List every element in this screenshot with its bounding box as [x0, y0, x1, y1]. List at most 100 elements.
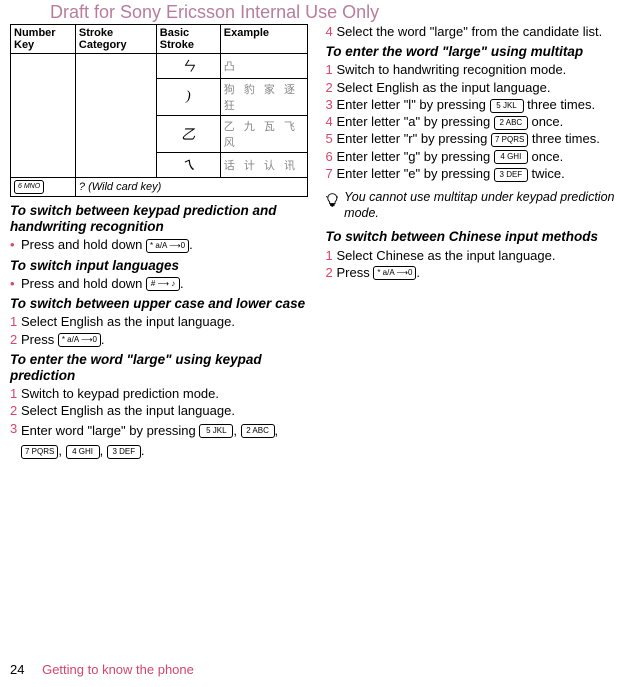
text-fragment: , [58, 443, 65, 458]
table-header-row: Number Key Stroke Category Basic Stroke … [11, 25, 308, 54]
step-text: Press and hold down # ⟶ ♪. [21, 276, 308, 292]
step-text: Press * a/A ⟶0. [337, 265, 624, 281]
step-line: 6 Enter letter "g" by pressing 4 GHI onc… [326, 149, 624, 165]
table-wildcard-row: 6 MNO ? (Wild card key) [11, 178, 308, 197]
page-footer: 24 Getting to know the phone [10, 662, 194, 677]
cell-stroke: 乙 [156, 116, 220, 153]
step-line: 3 Enter word "large" by pressing 5 JKL, … [10, 421, 308, 463]
step-number: 6 [326, 149, 337, 165]
heading-input-languages: To switch input languages [10, 258, 308, 274]
stroke-table: Number Key Stroke Category Basic Stroke … [10, 24, 308, 197]
step-text: Press and hold down * a/A ⟶0. [21, 237, 308, 253]
step-text: Switch to keypad prediction mode. [21, 386, 308, 402]
key-6-icon: 6 MNO [14, 180, 44, 194]
step-number: 7 [326, 166, 337, 182]
key-7-icon: 7 PQRS [491, 133, 528, 147]
text-fragment: , [100, 443, 107, 458]
step-number: 2 [10, 403, 21, 419]
key-4-icon: 4 GHI [494, 150, 528, 164]
text-fragment: Enter letter "e" by pressing [337, 166, 494, 181]
footer-section-title: Getting to know the phone [42, 662, 194, 677]
step-number: 2 [10, 332, 21, 348]
cell-stroke: ㄣ [156, 54, 220, 79]
th-stroke-category: Stroke Category [75, 25, 156, 54]
step-line: 4 Select the word "large" from the candi… [326, 24, 624, 40]
step-line: 1 Select English as the input language. [10, 314, 308, 330]
key-star-icon: * a/A ⟶0 [58, 333, 101, 347]
text-fragment: Enter letter "g" by pressing [337, 149, 494, 164]
key-4-icon: 4 GHI [66, 445, 100, 459]
step-line: 5 Enter letter "r" by pressing 7 PQRS th… [326, 131, 624, 147]
text-fragment: Press and hold down [21, 276, 146, 291]
text-fragment: Press and hold down [21, 237, 146, 252]
text-fragment: once. [528, 114, 563, 129]
step-number: 4 [326, 114, 337, 130]
step-text: Switch to handwriting recognition mode. [337, 62, 624, 78]
step-text: Select English as the input language. [21, 403, 308, 419]
step-number: 5 [326, 131, 337, 147]
heading-chinese-input: To switch between Chinese input methods [326, 229, 624, 245]
text-fragment: Enter word "large" by pressing [21, 423, 199, 438]
step-line: 2 Press * a/A ⟶0. [326, 265, 624, 281]
key-star-icon: * a/A ⟶0 [373, 266, 416, 280]
step-number: 2 [326, 80, 337, 96]
step-text: Enter letter "g" by pressing 4 GHI once. [337, 149, 624, 165]
step-line: • Press and hold down # ⟶ ♪. [10, 276, 308, 292]
step-text: Enter letter "l" by pressing 5 JKL three… [337, 97, 624, 113]
step-line: 2 Select English as the input language. [326, 80, 624, 96]
step-text: Select the word "large" from the candida… [337, 24, 624, 40]
step-text: Enter word "large" by pressing 5 JKL, 2 … [21, 421, 308, 463]
step-line: 1 Switch to keypad prediction mode. [10, 386, 308, 402]
cell-empty [11, 54, 76, 178]
step-text: Enter letter "e" by pressing 3 DEF twice… [337, 166, 624, 182]
step-line: 1 Switch to handwriting recognition mode… [326, 62, 624, 78]
key-star-icon: * a/A ⟶0 [146, 239, 189, 253]
key-7-icon: 7 PQRS [21, 445, 58, 459]
th-basic-stroke: Basic Stroke [156, 25, 220, 54]
cell-wildcard-key: 6 MNO [11, 178, 76, 197]
text-fragment: , [233, 423, 240, 438]
step-text: Enter letter "r" by pressing 7 PQRS thre… [337, 131, 624, 147]
right-column: 4 Select the word "large" from the candi… [326, 24, 624, 463]
step-number: 1 [10, 314, 21, 330]
text-fragment: Enter letter "l" by pressing [337, 97, 490, 112]
key-hash-icon: # ⟶ ♪ [146, 277, 180, 291]
cell-stroke: ) [156, 79, 220, 116]
cell-wildcard-text: ? (Wild card key) [75, 178, 307, 197]
heading-large-keypad: To enter the word "large" using keypad p… [10, 352, 308, 384]
text-fragment: once. [528, 149, 563, 164]
step-number: 1 [326, 248, 337, 264]
key-5-icon: 5 JKL [199, 424, 233, 438]
key-3-icon: 3 DEF [494, 168, 528, 182]
text-fragment: Enter letter "r" by pressing [337, 131, 491, 146]
step-line: 2 Select English as the input language. [10, 403, 308, 419]
step-number: 1 [326, 62, 337, 78]
step-text: Select English as the input language. [21, 314, 308, 330]
lightbulb-icon [326, 192, 339, 208]
step-number: 4 [326, 24, 337, 40]
text-fragment: . [416, 265, 420, 280]
step-line: • Press and hold down * a/A ⟶0. [10, 237, 308, 253]
bullet-icon: • [10, 276, 21, 292]
text-fragment: twice. [528, 166, 565, 181]
step-line: 4 Enter letter "a" by pressing 2 ABC onc… [326, 114, 624, 130]
text-fragment: Press [337, 265, 374, 280]
bullet-icon: • [10, 237, 21, 253]
step-line: 1 Select Chinese as the input language. [326, 248, 624, 264]
cell-example: 话 计 认 讯 [220, 153, 307, 178]
step-text: Press * a/A ⟶0. [21, 332, 308, 348]
heading-keypad-handwriting: To switch between keypad prediction and … [10, 203, 308, 235]
left-column: Number Key Stroke Category Basic Stroke … [10, 24, 308, 463]
step-text: Select English as the input language. [337, 80, 624, 96]
text-fragment: three times. [528, 131, 600, 146]
text-fragment: Press [21, 332, 58, 347]
text-fragment: . [141, 443, 145, 458]
step-text: Select Chinese as the input language. [337, 248, 624, 264]
text-fragment: . [180, 276, 184, 291]
tip-text: You cannot use multitap under keypad pre… [344, 190, 623, 221]
table-row: ㄣ 凸 [11, 54, 308, 79]
main-content: Number Key Stroke Category Basic Stroke … [0, 0, 633, 463]
text-fragment: three times. [524, 97, 596, 112]
text-fragment: , [275, 423, 279, 438]
step-line: 3 Enter letter "l" by pressing 5 JKL thr… [326, 97, 624, 113]
